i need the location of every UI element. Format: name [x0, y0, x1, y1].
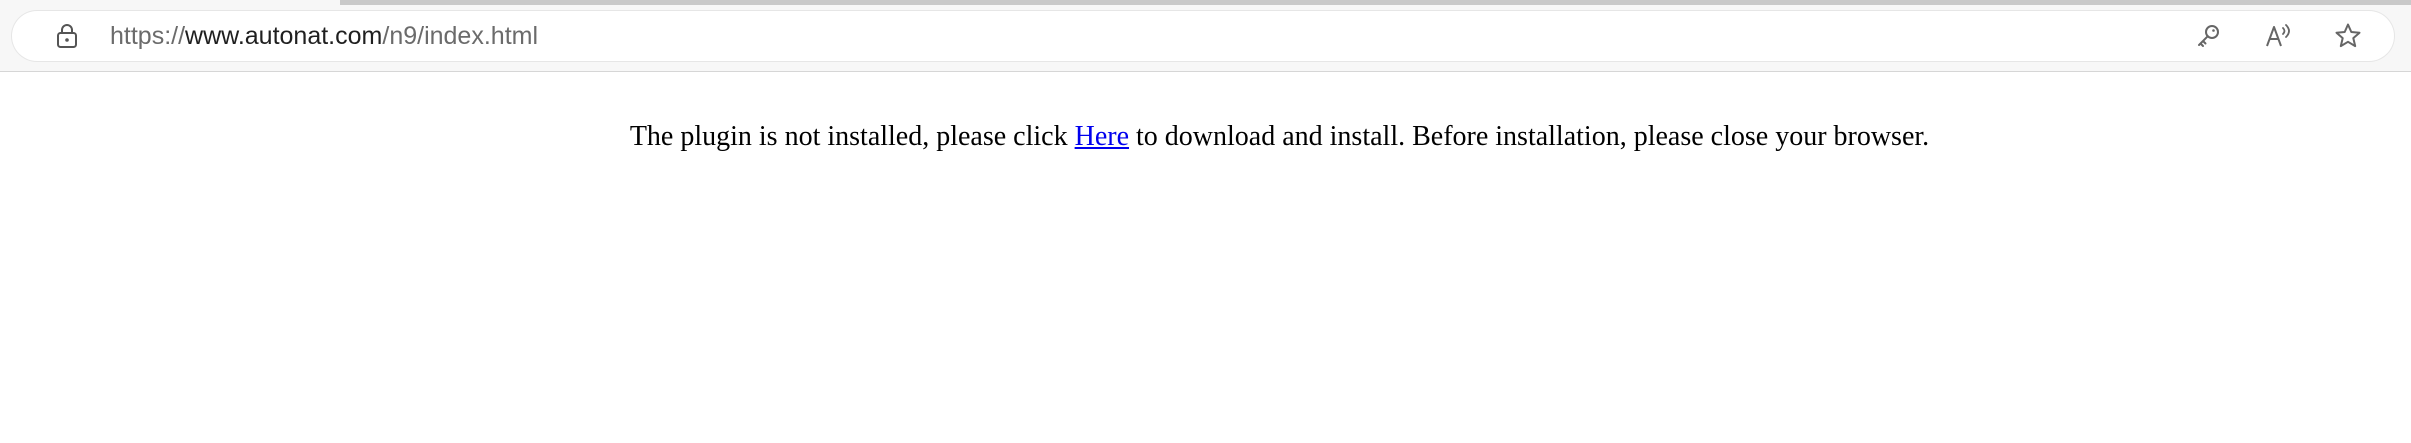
key-icon[interactable] — [2194, 22, 2222, 50]
notice-text-before: The plugin is not installed, please clic… — [629, 121, 1075, 152]
address-bar[interactable]: https://www.autonat.com/n9/index.html — [12, 11, 2394, 61]
lock-icon[interactable] — [54, 23, 80, 49]
url-prefix: https:// — [110, 22, 186, 50]
url-domain: www.autonat.com — [185, 22, 383, 50]
browser-toolbar: https://www.autonat.com/n9/index.html — [0, 0, 2411, 72]
loading-indicator — [340, 0, 2411, 5]
url-path: /n9/index.html — [382, 22, 539, 50]
favorite-icon[interactable] — [2334, 22, 2362, 50]
url-text[interactable]: https://www.autonat.com/n9/index.html — [110, 11, 538, 61]
read-aloud-icon[interactable] — [2264, 22, 2292, 50]
plugin-notice: The plugin is not installed, please clic… — [0, 121, 2411, 153]
page-content: The plugin is not installed, please clic… — [0, 73, 2411, 443]
notice-text-after: to download and install. Before installa… — [1129, 121, 1930, 152]
download-here-link[interactable]: Here — [1075, 121, 1129, 152]
